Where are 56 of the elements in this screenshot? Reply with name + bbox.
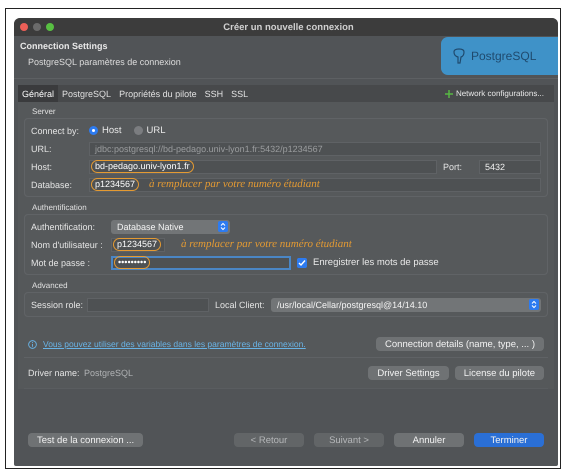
stepper-icon	[218, 221, 228, 232]
driver-name: PostgreSQL	[84, 368, 134, 378]
checkbox[interactable]	[297, 258, 307, 268]
radio-label: URL	[146, 125, 166, 136]
dialog-button[interactable]: Test de la connexion ...	[28, 433, 144, 447]
tab[interactable]: SSL	[227, 85, 252, 102]
database-field[interactable]: p1234567 à remplacer par votre numéro étudiant	[89, 178, 541, 192]
field-label: Connect by:	[31, 126, 80, 136]
field-label: Session role:	[31, 300, 81, 310]
driver-button[interactable]: License du pilote	[454, 366, 544, 380]
section-title: Advanced	[31, 281, 69, 290]
field-label: Database:	[31, 180, 74, 190]
dialog-button[interactable]: Annuler	[394, 433, 464, 447]
logo-text: PostgreSQL	[471, 49, 536, 63]
variables-link[interactable]: Vous pouvez utiliser des variables dans les paramètres de connexion.	[43, 339, 306, 349]
stepper-icon	[529, 299, 539, 310]
window-title: Créer un nouvelle connexion	[222, 22, 355, 32]
field-label: Authentification:	[31, 222, 96, 232]
password-field[interactable]: •••••••••	[111, 256, 291, 270]
plus-icon	[444, 90, 453, 98]
host-field[interactable]: bd-pedago.univ-lyon1.fr	[89, 160, 437, 174]
header-title: Connection Settings	[20, 41, 108, 51]
field-label: Local Client:	[215, 300, 265, 310]
tab[interactable]: PostgreSQL	[58, 85, 116, 102]
zoom-button[interactable]	[46, 23, 54, 31]
field-label: URL:	[31, 144, 53, 154]
field-label: Host:	[31, 162, 54, 172]
section-title: Authentification	[31, 203, 88, 212]
radio-button[interactable]	[89, 126, 98, 135]
authentication-select[interactable]: Database Native	[111, 220, 230, 234]
radio-button[interactable]	[134, 126, 143, 135]
username-field[interactable]: p1234567	[111, 238, 165, 252]
header-subtitle: PostgreSQL paramètres de connexion	[27, 57, 182, 67]
minimize-button[interactable]	[33, 23, 41, 31]
tab[interactable]: SSH	[200, 85, 228, 102]
annotation-note: à remplacer par votre numéro étudiant	[149, 178, 320, 191]
field-label: Port:	[443, 162, 464, 172]
tab[interactable]: Général	[18, 85, 58, 102]
section-title: Server	[31, 107, 57, 116]
port-field[interactable]: 5432	[479, 160, 541, 174]
url-field[interactable]: jdbc:postgresql://bd-pedago.univ-lyon1.fr:5432/p1234567	[89, 142, 541, 156]
radio-label: Host	[102, 125, 122, 136]
dialog-button[interactable]: Terminer	[474, 433, 544, 447]
annotation-note: à remplacer par votre numéro étudiant	[181, 238, 352, 251]
checkmark-icon	[298, 258, 306, 266]
close-button[interactable]	[20, 23, 28, 31]
tab[interactable]: Propriétés du pilote	[115, 85, 201, 102]
network-configurations-button[interactable]: Network configurations...	[438, 88, 550, 99]
connection-details-button[interactable]: Connection details (name, type, ... )	[376, 337, 544, 351]
field-label: Mot de passe :	[31, 258, 92, 268]
field-label: Driver name:	[28, 368, 78, 378]
local-client-select[interactable]: /usr/local/Cellar/postgresql@14/14.10	[271, 298, 541, 312]
checkbox-label: Enregistrer les mots de passe	[313, 257, 439, 268]
field-label: Nom d'utilisateur :	[31, 240, 104, 250]
driver-button[interactable]: Driver Settings	[368, 366, 449, 380]
info-icon	[28, 340, 37, 348]
